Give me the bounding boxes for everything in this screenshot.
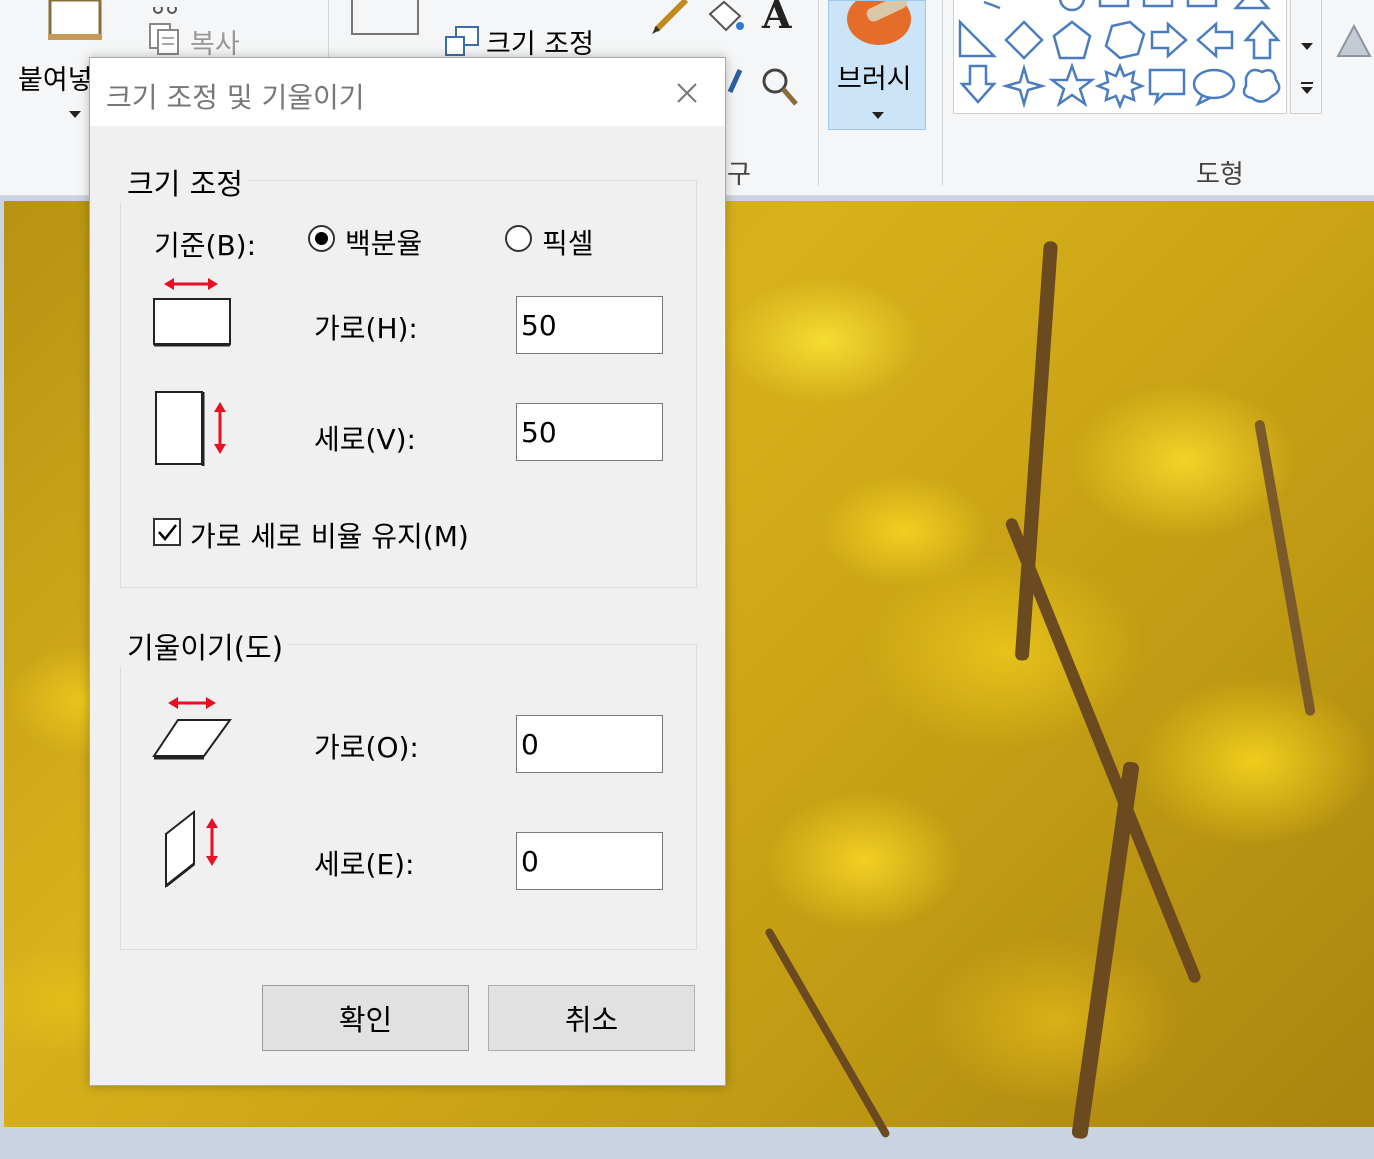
shapes-gallery[interactable]	[953, 0, 1287, 114]
resize-skew-dialog: 크기 조정 및 기울이기 크기 조정 기준(B): 백분율 픽셀 가로(H): …	[89, 57, 726, 1086]
percent-radio[interactable]	[308, 225, 335, 252]
magnifier-icon[interactable]	[760, 66, 800, 112]
text-icon[interactable]: A	[760, 0, 800, 40]
percent-label[interactable]: 백분율	[345, 222, 422, 262]
keep-ratio-checkbox[interactable]	[153, 518, 181, 546]
ok-button[interactable]: 확인	[262, 985, 469, 1051]
vertical-skew-icon	[162, 806, 232, 894]
copy-button[interactable]: 복사	[190, 22, 240, 61]
chevron-down-icon[interactable]	[1300, 36, 1314, 55]
resize-group-label: 크기 조정	[119, 161, 247, 203]
horizontal-resize-icon	[150, 273, 234, 351]
brush-button[interactable]: 브러시	[828, 0, 926, 130]
resize-button[interactable]: 크기 조정	[486, 22, 594, 61]
close-button[interactable]	[664, 72, 708, 112]
color-picker-icon[interactable]	[726, 66, 743, 98]
pencil-icon[interactable]	[650, 0, 694, 38]
skew-horizontal-label: 가로(O):	[314, 731, 419, 764]
close-icon	[677, 83, 697, 103]
resize-horizontal-input[interactable]	[516, 296, 663, 354]
skew-group: 기울이기(도)	[119, 625, 697, 950]
paste-button[interactable]: 붙여넣	[18, 58, 93, 97]
copy-icon[interactable]	[148, 22, 182, 60]
chevron-down-icon[interactable]	[68, 104, 82, 123]
skew-horizontal-input[interactable]	[516, 715, 663, 773]
skew-vertical-input[interactable]	[516, 832, 663, 890]
check-icon	[158, 524, 177, 541]
pixel-label[interactable]: 픽셀	[542, 222, 594, 262]
fill-icon[interactable]	[704, 0, 746, 38]
outline-icon[interactable]	[1334, 20, 1374, 64]
dialog-titlebar[interactable]: 크기 조정 및 기울이기	[90, 58, 725, 126]
svg-text:A: A	[761, 0, 792, 36]
gallery-expand-icon[interactable]	[1300, 80, 1314, 100]
shapes-group-label: 도형	[1196, 160, 1244, 190]
resize-icon[interactable]	[444, 25, 480, 61]
shapes-icons	[958, 0, 1281, 110]
brush-label: 브러시	[837, 64, 912, 95]
resize-vertical-label: 세로(V):	[314, 423, 416, 456]
tools-group-label: 구	[727, 160, 751, 190]
select-icon[interactable]	[350, 0, 422, 42]
vertical-resize-icon	[154, 388, 234, 472]
basis-label: 기준(B):	[154, 229, 257, 262]
gallery-scroll[interactable]	[1290, 0, 1322, 114]
dialog-title: 크기 조정 및 기울이기	[106, 81, 365, 114]
horizontal-skew-icon	[152, 692, 232, 766]
cut-icon[interactable]	[150, 0, 180, 19]
keep-ratio-label[interactable]: 가로 세로 비율 유지(M)	[190, 515, 469, 555]
skew-vertical-label: 세로(E):	[314, 848, 415, 881]
cancel-button[interactable]: 취소	[488, 985, 695, 1051]
paste-icon[interactable]	[44, 0, 106, 42]
brush-icon	[839, 0, 917, 53]
skew-group-label: 기울이기(도)	[119, 625, 288, 667]
chevron-down-icon	[871, 105, 885, 124]
pixel-radio[interactable]	[505, 225, 532, 252]
resize-horizontal-label: 가로(H):	[314, 312, 418, 345]
resize-vertical-input[interactable]	[516, 403, 663, 461]
